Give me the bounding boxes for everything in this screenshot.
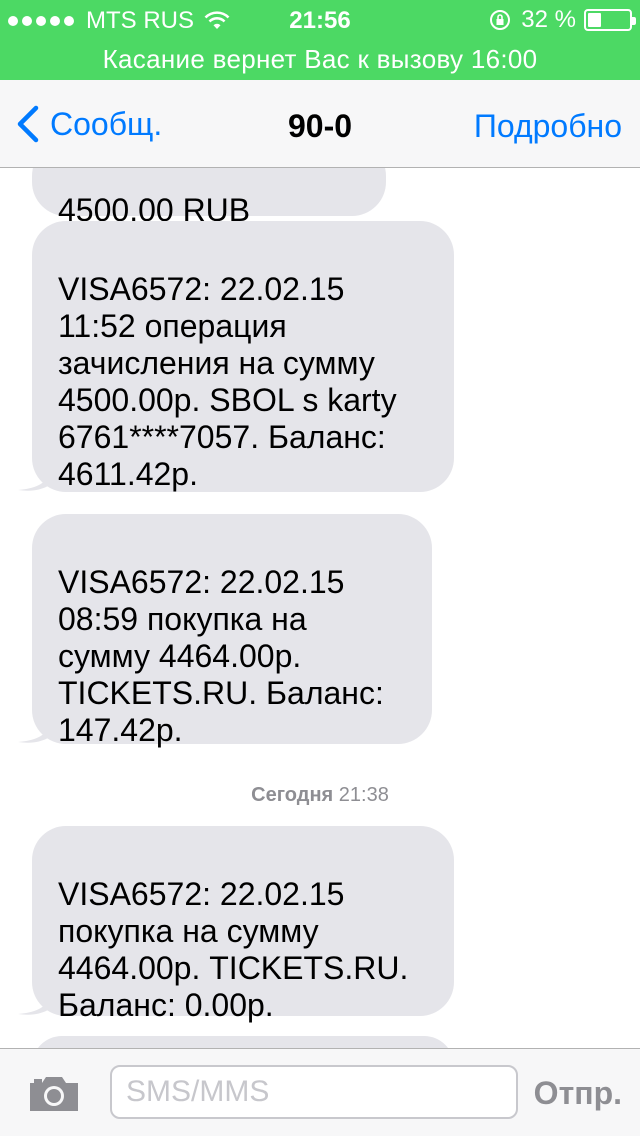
message-bubble[interactable]: VISA6572: 22.02.15 11:52 операция зачисл… xyxy=(18,221,454,492)
compose-bar: Отпр. xyxy=(0,1048,640,1136)
timestamp-separator: Сегодня 21:38 xyxy=(0,784,640,807)
message-bubble[interactable]: VISA6572: 22.02.15 покупка на сумму 4464… xyxy=(18,826,454,1023)
back-button-label: Сообщ. xyxy=(50,105,163,142)
status-right: 32 % xyxy=(489,6,636,34)
message-list[interactable]: 4500.00 RUB VISA6572: 22.02.15 11:52 опе… xyxy=(0,168,640,1048)
message-text: VISA6572: 22.02.15 покупка на сумму 4464… xyxy=(58,876,409,1023)
bubble-tail-icon xyxy=(18,712,54,743)
back-button[interactable]: Сообщ. xyxy=(14,104,162,144)
battery-fill xyxy=(588,13,601,27)
send-button[interactable]: Отпр. xyxy=(534,1075,622,1112)
nav-bar: Сообщ. 90-0 Подробно xyxy=(0,80,640,168)
timestamp-time: 21:38 xyxy=(338,784,389,806)
status-bar: MTS RUS 21:56 32 % xyxy=(0,0,640,40)
bubble-tail-icon xyxy=(18,984,54,1015)
timestamp-day: Сегодня xyxy=(251,784,334,806)
message-bubble-partial[interactable] xyxy=(32,1036,454,1048)
battery-percent: 32 % xyxy=(521,6,576,33)
return-to-call-banner[interactable]: Касание вернет Вас к вызову 16:00 xyxy=(0,40,640,80)
rotation-lock-icon xyxy=(490,10,511,30)
message-text: VISA6572: 22.02.15 08:59 покупка на сумм… xyxy=(58,564,384,748)
chevron-left-icon xyxy=(17,105,39,143)
message-text: VISA6572: 22.02.15 11:52 операция зачисл… xyxy=(58,271,397,492)
bubble-tail-icon xyxy=(18,460,54,491)
details-button[interactable]: Подробно xyxy=(474,108,622,145)
message-bubble[interactable]: VISA6572: 22.02.15 08:59 покупка на сумм… xyxy=(18,514,432,748)
camera-icon[interactable] xyxy=(26,1071,82,1115)
message-bubble[interactable]: 4500.00 RUB xyxy=(32,168,386,228)
message-input[interactable] xyxy=(110,1065,518,1119)
battery-icon xyxy=(584,9,636,31)
